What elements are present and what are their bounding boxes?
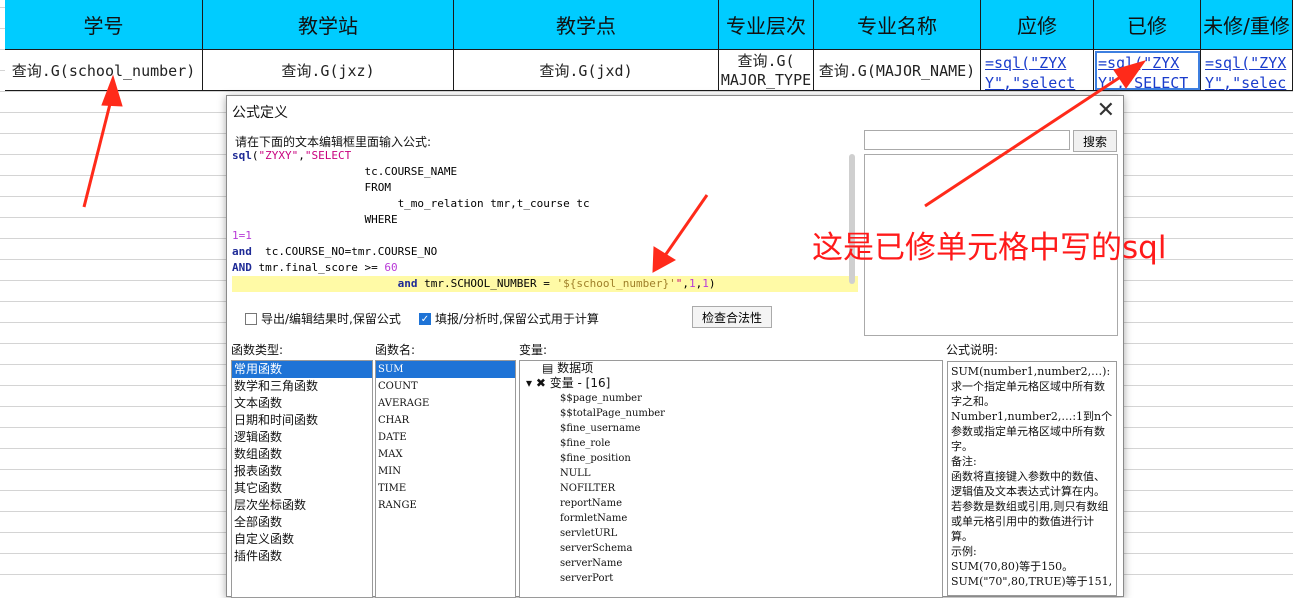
tree-item-vars-label: 变量 - [16] <box>549 376 611 390</box>
formula-line: sql("ZYXY","SELECT <box>232 149 352 162</box>
tree-item-data-label: 数据项 <box>557 361 594 375</box>
list-item[interactable]: 文本函数 <box>232 395 372 412</box>
formula-line: WHERE <box>232 213 398 226</box>
header-xuehao[interactable]: 学号 <box>5 0 203 50</box>
func-type-label: 函数类型: <box>231 343 284 357</box>
header-major-level[interactable]: 专业层次 <box>719 0 814 50</box>
cell-major-type[interactable]: 查询.G( MAJOR_TYPE <box>719 50 814 91</box>
formula-line: and tc.COURSE_NO=tmr.COURSE_NO <box>232 245 438 258</box>
formula-editor[interactable]: sql("ZYXY","SELECT tc.COURSE_NAME FROM t… <box>232 148 858 296</box>
chevron-down-icon[interactable]: ▾ <box>526 376 536 390</box>
keep-formula-fill-checkbox[interactable]: ✓ 填报/分析时,保留公式用于计算 <box>419 310 599 327</box>
header-jiaoxuedian[interactable]: 教学点 <box>454 0 719 50</box>
formula-line: t_mo_relation tmr,t_course tc <box>232 197 590 210</box>
tree-var-item[interactable]: $fine_role <box>520 436 942 451</box>
list-item[interactable]: SUM <box>376 361 515 378</box>
close-icon[interactable]: ✕ <box>1097 98 1115 123</box>
keep-formula-export-label: 导出/编辑结果时,保留公式 <box>261 312 401 326</box>
tree-var-item[interactable]: $$totalPage_number <box>520 406 942 421</box>
header-uncompleted[interactable]: 未修/重修 <box>1201 0 1293 50</box>
list-item[interactable]: CHAR <box>376 412 515 429</box>
header-major-name[interactable]: 专业名称 <box>814 0 981 50</box>
list-item[interactable]: 常用函数 <box>232 361 372 378</box>
header-jiaoxuezhan[interactable]: 教学站 <box>203 0 454 50</box>
function-description: SUM(number1,number2,…):求一个指定单元格区域中所有数字之和… <box>947 361 1117 596</box>
variable-icon: ✖ <box>535 376 550 390</box>
list-item[interactable]: 自定义函数 <box>232 531 372 548</box>
list-item[interactable]: 日期和时间函数 <box>232 412 372 429</box>
tree-var-item[interactable]: serverPort <box>520 571 942 586</box>
list-item[interactable]: 逻辑函数 <box>232 429 372 446</box>
tree-var-item[interactable]: formletName <box>520 511 942 526</box>
cell-required-formula[interactable]: =sql("ZYXY","select <box>981 50 1094 91</box>
tree-var-item[interactable]: serverName <box>520 556 942 571</box>
tree-var-item[interactable]: $$page_number <box>520 391 942 406</box>
tree-var-item[interactable]: NOFILTER <box>520 481 942 496</box>
tree-var-item[interactable]: NULL <box>520 466 942 481</box>
list-item[interactable]: COUNT <box>376 378 515 395</box>
list-item[interactable]: 插件函数 <box>232 548 372 565</box>
tree-var-item[interactable]: $fine_username <box>520 421 942 436</box>
cell-jxz[interactable]: 查询.G(jxz) <box>203 50 454 91</box>
checkbox-checked-icon[interactable]: ✓ <box>419 312 431 325</box>
list-item[interactable]: 全部函数 <box>232 514 372 531</box>
cell-jxd[interactable]: 查询.G(jxd) <box>454 50 719 91</box>
cell-major-name[interactable]: 查询.G(MAJOR_NAME) <box>814 50 981 91</box>
tree-item-data[interactable]: ▤ 数据项 <box>520 361 942 376</box>
checkbox-unchecked-icon[interactable] <box>245 312 257 325</box>
formula-dialog: 公式定义 ✕ 请在下面的文本编辑框里面输入公式: sql("ZYXY","SEL… <box>226 95 1124 598</box>
tree-item-vars[interactable]: ▾ ✖ 变量 - [16] <box>520 376 942 391</box>
tree-var-item[interactable]: serverSchema <box>520 541 942 556</box>
list-item[interactable]: 层次坐标函数 <box>232 497 372 514</box>
list-item[interactable]: TIME <box>376 480 515 497</box>
func-name-list[interactable]: SUM COUNT AVERAGE CHAR DATE MAX MIN TIME… <box>375 360 516 598</box>
list-item[interactable]: 数学和三角函数 <box>232 378 372 395</box>
desc-label: 公式说明: <box>946 343 999 357</box>
header-completed[interactable]: 已修 <box>1094 0 1201 50</box>
formula-line: AND tmr.final_score >= 60 <box>232 261 398 274</box>
list-item[interactable]: 报表函数 <box>232 463 372 480</box>
list-item[interactable]: MIN <box>376 463 515 480</box>
annotation-text: 这是已修单元格中写的sql <box>812 230 1167 266</box>
dialog-title: 公式定义 <box>232 105 288 121</box>
variable-tree[interactable]: ▤ 数据项 ▾ ✖ 变量 - [16] $$page_number $$tota… <box>519 360 943 598</box>
header-required[interactable]: 应修 <box>981 0 1094 50</box>
validate-button[interactable]: 检查合法性 <box>692 306 772 328</box>
cell-completed-formula[interactable]: =sql("ZYXY","SELECT <box>1094 50 1201 91</box>
keep-formula-fill-label: 填报/分析时,保留公式用于计算 <box>435 312 599 326</box>
formula-line: FROM <box>232 181 391 194</box>
search-button[interactable]: 搜索 <box>1073 130 1117 152</box>
cell-school-number[interactable]: 查询.G(school_number) <box>5 50 203 91</box>
list-item[interactable]: 数组函数 <box>232 446 372 463</box>
tree-var-item[interactable]: servletURL <box>520 526 942 541</box>
tree-var-item[interactable]: reportName <box>520 496 942 511</box>
keep-formula-export-checkbox[interactable]: 导出/编辑结果时,保留公式 <box>245 310 401 327</box>
tree-var-item[interactable]: $fine_position <box>520 451 942 466</box>
list-item[interactable]: DATE <box>376 429 515 446</box>
list-item[interactable]: AVERAGE <box>376 395 515 412</box>
formula-line: 1=1 <box>232 229 252 242</box>
formula-line: tc.COURSE_NAME <box>232 165 458 178</box>
func-name-label: 函数名: <box>375 343 416 357</box>
cell-uncompleted-formula[interactable]: =sql("ZYXY","select <box>1201 50 1293 91</box>
func-type-list[interactable]: 常用函数 数学和三角函数 文本函数 日期和时间函数 逻辑函数 数组函数 报表函数… <box>231 360 373 598</box>
list-item[interactable]: MAX <box>376 446 515 463</box>
formula-line-current: and tmr.SCHOOL_NUMBER = '${school_number… <box>232 276 858 292</box>
vars-label: 变量: <box>519 343 548 357</box>
search-input[interactable] <box>864 130 1070 150</box>
table-icon: ▤ <box>542 361 558 375</box>
list-item[interactable]: RANGE <box>376 497 515 514</box>
list-item[interactable]: 其它函数 <box>232 480 372 497</box>
